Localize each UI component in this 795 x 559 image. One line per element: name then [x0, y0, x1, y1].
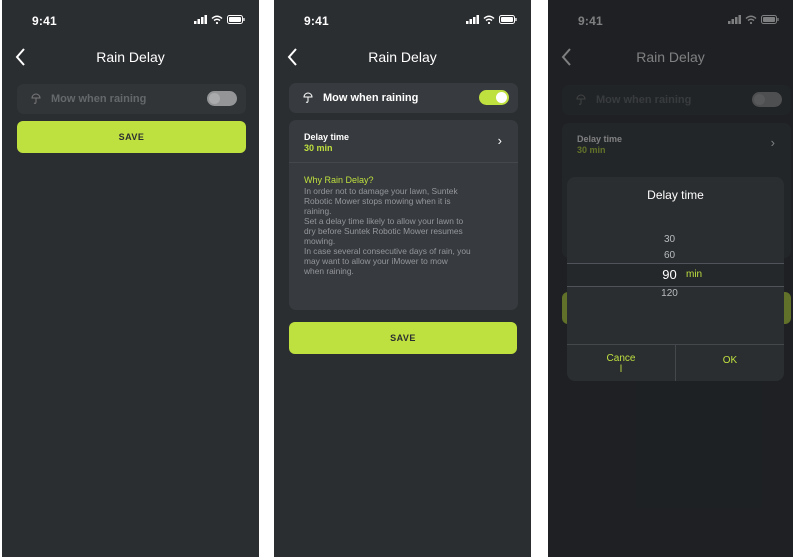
rain-cloud-icon: [303, 92, 313, 103]
screen-toggle-on: 9:41 Rain Delay Mow when raining Delay t…: [274, 0, 531, 557]
delay-time-picker-dialog: Delay time 30 60 90 min 120 Cance l OK: [567, 177, 784, 381]
wifi-icon: [211, 15, 223, 24]
delay-time-label: Delay time: [304, 132, 350, 142]
picker-option-selected[interactable]: 90: [567, 267, 772, 282]
mow-when-raining-label: Mow when raining: [51, 93, 147, 105]
picker-title: Delay time: [647, 188, 704, 202]
status-bar: 9:41: [2, 14, 259, 32]
page-title: Rain Delay: [96, 49, 165, 65]
nav-bar: Rain Delay: [274, 44, 531, 72]
status-time: 9:41: [32, 14, 57, 28]
picker-option[interactable]: 30: [567, 234, 772, 245]
status-time: 9:41: [304, 14, 329, 28]
why-title: Why Rain Delay?: [304, 175, 374, 185]
mow-when-raining-label: Mow when raining: [323, 92, 419, 104]
picker-option[interactable]: 120: [567, 288, 772, 299]
wifi-icon: [483, 15, 495, 24]
mow-when-raining-toggle[interactable]: [479, 90, 509, 105]
chevron-right-icon: ›: [497, 133, 502, 148]
signal-icon: [194, 15, 207, 24]
nav-bar: Rain Delay: [2, 44, 259, 72]
screen-delay-picker: 9:41 Rain Delay Mow when raining Delay t…: [548, 0, 793, 557]
delay-settings-card: Delay time 30 min › Why Rain Delay? In o…: [289, 120, 518, 310]
rain-cloud-icon: [31, 93, 41, 104]
signal-icon: [466, 15, 479, 24]
screen-toggle-off: 9:41 Rain Delay Mow when raining SAVE: [2, 0, 259, 557]
picker-unit: min: [686, 269, 703, 280]
picker-option[interactable]: 60: [567, 250, 772, 261]
save-button[interactable]: SAVE: [17, 121, 246, 153]
mow-when-raining-toggle[interactable]: [207, 91, 237, 106]
battery-icon: [227, 15, 245, 24]
ok-button[interactable]: OK: [675, 345, 784, 381]
cancel-button[interactable]: Cance l: [567, 353, 675, 375]
picker-buttons: Cance l OK: [567, 344, 784, 381]
delay-time-row[interactable]: Delay time 30 min ›: [289, 120, 518, 163]
status-bar: 9:41: [274, 14, 531, 32]
mow-when-raining-row: Mow when raining: [289, 83, 518, 113]
mow-when-raining-row: Mow when raining: [17, 84, 246, 114]
battery-icon: [499, 15, 517, 24]
save-button[interactable]: SAVE: [289, 322, 517, 354]
why-body: In order not to damage your lawn, Suntek…: [304, 186, 471, 276]
page-title: Rain Delay: [368, 49, 437, 65]
delay-time-value: 30 min: [304, 143, 333, 153]
